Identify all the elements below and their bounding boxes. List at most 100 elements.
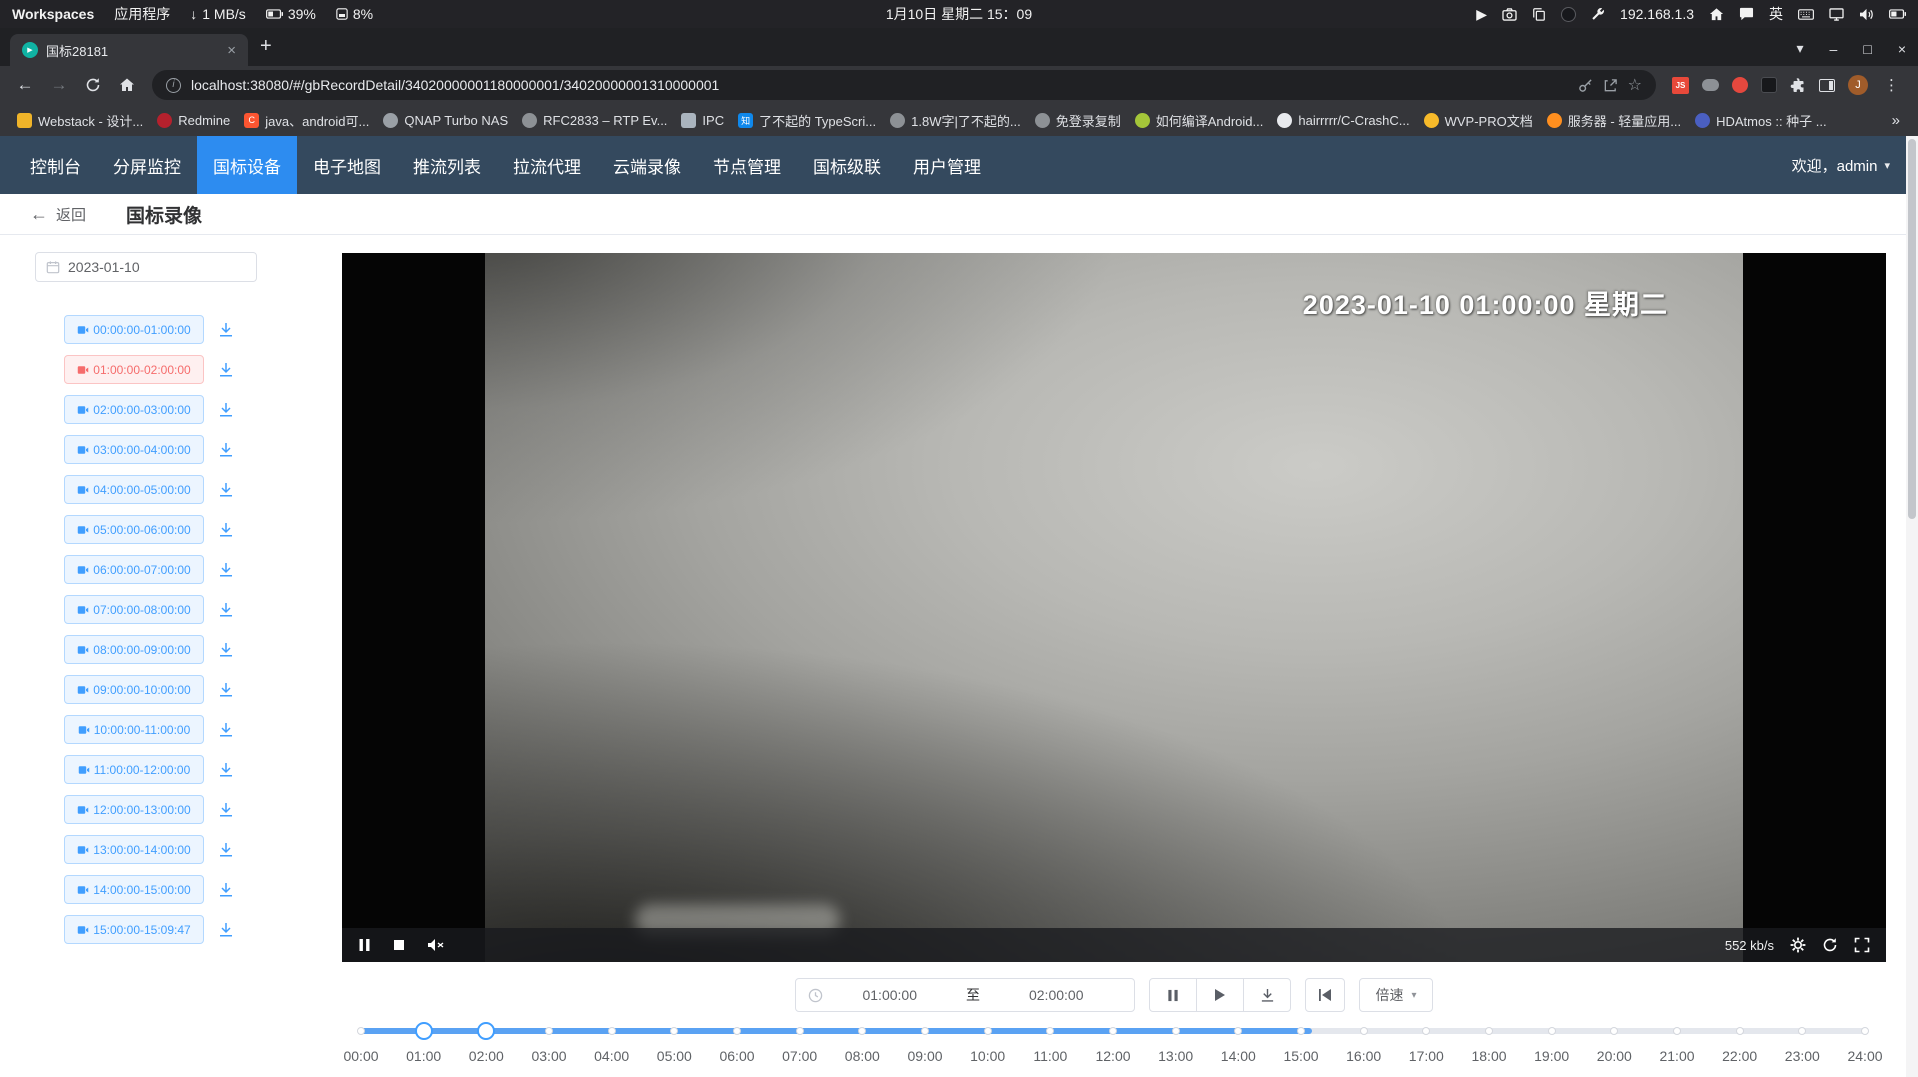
pill-extension-icon[interactable] <box>1702 79 1719 91</box>
recording-segment-button[interactable]: 15:00:00-15:09:47 <box>64 915 204 944</box>
page-scrollbar[interactable] <box>1906 136 1918 1077</box>
forward-button[interactable]: → <box>44 75 74 95</box>
download-segment-button[interactable] <box>218 562 234 578</box>
download-segment-button[interactable] <box>218 322 234 338</box>
profile-avatar[interactable]: J <box>1848 75 1868 95</box>
workspaces-button[interactable]: Workspaces <box>12 6 94 22</box>
bookmark-item[interactable]: 免登录复制 <box>1028 108 1128 133</box>
bookmarks-overflow-icon[interactable]: » <box>1884 112 1908 129</box>
timeline-end-handle[interactable] <box>477 1022 495 1040</box>
player-fullscreen-icon[interactable] <box>1854 937 1870 953</box>
browser-tab[interactable]: ▶ 国标28181 × <box>10 34 248 66</box>
recording-segment-button[interactable]: 04:00:00-05:00:00 <box>64 475 204 504</box>
recording-segment-button[interactable]: 14:00:00-15:00:00 <box>64 875 204 904</box>
js-extension-icon[interactable]: JS <box>1672 77 1689 94</box>
window-maximize-button[interactable]: □ <box>1863 41 1871 57</box>
user-menu[interactable]: 欢迎，admin ▾ <box>1792 136 1890 194</box>
battery-indicator[interactable]: 39% <box>266 6 316 22</box>
player-settings-icon[interactable] <box>1790 937 1806 953</box>
site-info-icon[interactable]: i <box>166 78 181 93</box>
recording-segment-button[interactable]: 02:00:00-03:00:00 <box>64 395 204 424</box>
back-button[interactable]: ← <box>10 75 40 95</box>
recording-segment-button[interactable]: 08:00:00-09:00:00 <box>64 635 204 664</box>
nav-tab-8[interactable]: 国标级联 <box>797 136 897 194</box>
download-segment-button[interactable] <box>218 722 234 738</box>
side-panel-icon[interactable] <box>1819 79 1835 92</box>
bookmark-item[interactable]: IPC <box>674 110 731 131</box>
range-end-time[interactable]: 02:00:00 <box>990 987 1123 1003</box>
timeline-slider[interactable]: 00:0001:0002:0003:0004:0005:0006:0007:00… <box>361 1024 1865 1074</box>
speed-dropdown-button[interactable]: 倍速 ▾ <box>1359 978 1432 1012</box>
media-play-icon[interactable]: ▶ <box>1476 6 1487 23</box>
download-segment-button[interactable] <box>218 602 234 618</box>
download-segment-button[interactable] <box>218 682 234 698</box>
nav-tab-6[interactable]: 云端录像 <box>597 136 697 194</box>
player-mute-icon[interactable] <box>427 938 445 952</box>
time-range-picker[interactable]: 01:00:00 至 02:00:00 <box>795 978 1135 1012</box>
back-link[interactable]: ← 返回 <box>30 204 86 225</box>
nav-tab-7[interactable]: 节点管理 <box>697 136 797 194</box>
download-segment-button[interactable] <box>218 922 234 938</box>
download-segment-button[interactable] <box>218 802 234 818</box>
recording-segment-button[interactable]: 00:00:00-01:00:00 <box>64 315 204 344</box>
date-picker-input[interactable]: 2023-01-10 <box>35 252 257 282</box>
nav-tab-9[interactable]: 用户管理 <box>897 136 997 194</box>
clock[interactable]: 1月10日 星期二 15：09 <box>886 4 1032 24</box>
usage-indicator[interactable]: 8% <box>336 6 373 22</box>
nav-tab-4[interactable]: 推流列表 <box>397 136 497 194</box>
nav-tab-3[interactable]: 电子地图 <box>297 136 397 194</box>
download-segment-button[interactable] <box>218 362 234 378</box>
recording-segment-button[interactable]: 01:00:00-02:00:00 <box>64 355 204 384</box>
bookmark-item[interactable]: hairrrrr/C-CrashC... <box>1270 110 1416 131</box>
bookmark-item[interactable]: WVP-PRO文档 <box>1417 108 1540 133</box>
browser-home-button[interactable] <box>112 77 142 93</box>
bookmark-item[interactable]: Webstack - 设计... <box>10 108 150 133</box>
download-segment-button[interactable] <box>218 642 234 658</box>
share-icon[interactable] <box>1603 78 1618 93</box>
network-speed-indicator[interactable]: ↓ 1 MB/s <box>190 6 246 22</box>
window-minimize-button[interactable]: – <box>1830 41 1838 57</box>
recording-segment-button[interactable]: 11:00:00-12:00:00 <box>64 755 204 784</box>
page-scrollbar-thumb[interactable] <box>1908 139 1916 519</box>
recording-segment-button[interactable]: 12:00:00-13:00:00 <box>64 795 204 824</box>
ip-address[interactable]: 192.168.1.3 <box>1620 6 1694 22</box>
bookmark-star-icon[interactable]: ☆ <box>1628 75 1642 95</box>
recording-segment-button[interactable]: 10:00:00-11:00:00 <box>64 715 204 744</box>
window-close-button[interactable]: × <box>1898 41 1906 57</box>
bookmark-item[interactable]: QNAP Turbo NAS <box>376 110 515 131</box>
player-refresh-icon[interactable] <box>1822 937 1838 953</box>
battery-tray-icon[interactable] <box>1889 9 1906 19</box>
bookmark-item[interactable]: 1.8W字|了不起的... <box>883 108 1028 133</box>
browser-menu-icon[interactable]: ⋮ <box>1881 76 1902 94</box>
tab-search-chevron-icon[interactable]: ▾ <box>1797 40 1804 57</box>
bookmark-item[interactable]: 如何编译Android... <box>1128 108 1271 133</box>
bookmark-item[interactable]: HDAtmos :: 种子 ... <box>1688 108 1834 133</box>
clipboard-icon[interactable] <box>1532 7 1546 21</box>
new-tab-button[interactable]: + <box>260 35 272 58</box>
bookmark-item[interactable]: RFC2833 – RTP Ev... <box>515 110 674 131</box>
download-segment-button[interactable] <box>218 842 234 858</box>
recording-segment-button[interactable]: 05:00:00-06:00:00 <box>64 515 204 544</box>
recording-segment-button[interactable]: 07:00:00-08:00:00 <box>64 595 204 624</box>
recording-segment-button[interactable]: 06:00:00-07:00:00 <box>64 555 204 584</box>
app-indicator-icon[interactable] <box>1561 7 1576 22</box>
extensions-puzzle-icon[interactable] <box>1790 77 1806 93</box>
download-segment-button[interactable] <box>218 882 234 898</box>
input-method-indicator[interactable]: 英 <box>1769 4 1783 24</box>
download-segment-button[interactable] <box>218 522 234 538</box>
bookmark-item[interactable]: Redmine <box>150 110 237 131</box>
bookmark-item[interactable]: Cjava、android可... <box>237 108 376 133</box>
recording-segment-button[interactable]: 03:00:00-04:00:00 <box>64 435 204 464</box>
nav-tab-2[interactable]: 国标设备 <box>197 136 297 194</box>
reload-button[interactable] <box>78 77 108 93</box>
seek-to-start-button[interactable] <box>1305 978 1345 1012</box>
timeline-start-handle[interactable] <box>415 1022 433 1040</box>
volume-icon[interactable] <box>1859 8 1874 21</box>
applications-menu[interactable]: 应用程序 <box>114 4 170 24</box>
video-player[interactable]: 2023-01-10 01:00:00 星期二 552 kb/s <box>342 253 1886 962</box>
nav-tab-0[interactable]: 控制台 <box>14 136 97 194</box>
address-bar[interactable]: i localhost:38080/#/gbRecordDetail/34020… <box>152 70 1656 100</box>
tools-icon[interactable] <box>1591 7 1605 21</box>
range-start-time[interactable]: 01:00:00 <box>823 987 956 1003</box>
password-key-icon[interactable] <box>1578 78 1593 93</box>
